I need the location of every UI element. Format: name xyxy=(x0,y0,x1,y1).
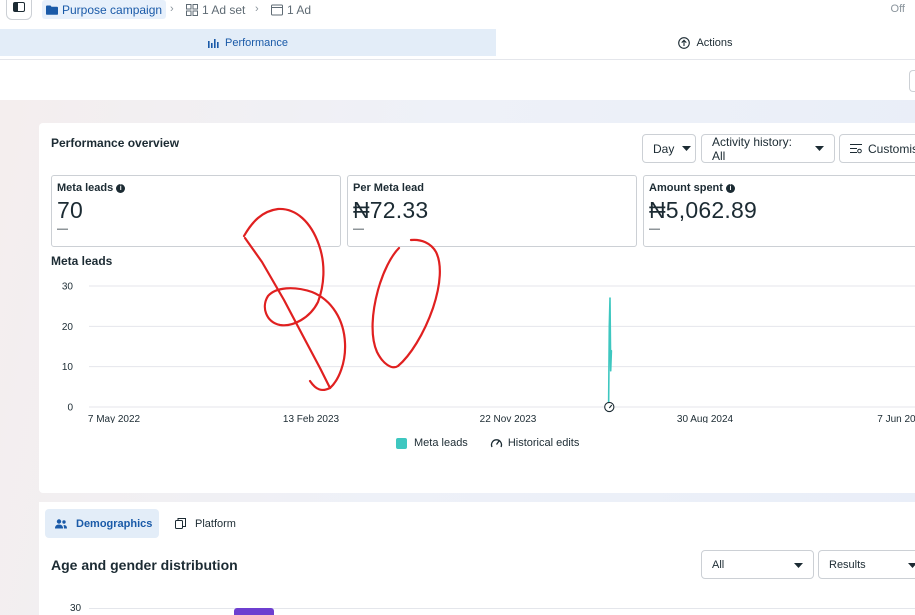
metric-label: Meta leads xyxy=(57,182,114,194)
card-title: Performance overview xyxy=(51,136,180,150)
y-tick-label: 30 xyxy=(70,603,82,614)
tab-actions-label: Actions xyxy=(696,36,733,49)
breadcrumb-ad[interactable]: 1 Ad xyxy=(271,0,311,20)
performance-overview-card: Performance overview Day Activity histor… xyxy=(39,123,915,493)
tab-platform-label: Platform xyxy=(195,517,236,530)
info-icon[interactable]: i xyxy=(725,183,735,193)
metric-label-row: Amount spent i xyxy=(649,182,915,194)
legend-meta-leads[interactable]: Meta leads xyxy=(414,437,468,449)
y-tick-label: 30 xyxy=(62,282,74,293)
arrow-up-circle-icon xyxy=(678,36,691,49)
metric-value: 70 xyxy=(57,197,83,223)
demographics-card: Demographics Platform Age and gender dis… xyxy=(39,502,915,615)
customise-label: Customise xyxy=(868,141,915,156)
data-point xyxy=(609,297,611,299)
activity-history-dropdown[interactable]: Activity history: All xyxy=(701,134,835,163)
copy-icon xyxy=(175,518,186,529)
breadcrumb-ad-label: 1 Ad xyxy=(287,3,312,17)
y-tick-label: 20 xyxy=(62,322,74,333)
chevron-right-icon: › xyxy=(255,3,259,15)
panel-toggle-button[interactable] xyxy=(6,0,32,20)
tab-demographics[interactable]: Demographics xyxy=(45,509,159,538)
data-point xyxy=(610,349,612,352)
series-line-meta-leads xyxy=(607,297,613,408)
tab-demographics-label: Demographics xyxy=(76,517,153,530)
legend-swatch-meta-leads xyxy=(396,437,407,449)
metric-value: ₦5,062.89 xyxy=(649,197,757,223)
gridline xyxy=(89,608,915,609)
x-tick-label: 22 Nov 2023 xyxy=(480,414,537,423)
sliders-icon xyxy=(850,143,862,154)
filter-dropdown[interactable]: All xyxy=(701,550,814,579)
people-icon xyxy=(55,518,67,529)
breadcrumb-ad-set[interactable]: 1 Ad set xyxy=(186,0,245,20)
sidebar-panel-icon xyxy=(13,2,25,12)
folder-icon xyxy=(46,5,58,15)
historical-edit-marker-icon xyxy=(604,401,615,413)
caret-down-icon xyxy=(682,146,692,151)
metric-card-amount-spent[interactable]: Amount spent i ₦5,062.89 — xyxy=(643,175,915,247)
chart-title: Meta leads xyxy=(51,254,113,268)
x-tick-label: 30 Aug 2024 xyxy=(677,414,734,423)
status-toggle-label[interactable]: Off xyxy=(891,3,905,15)
caret-down-icon xyxy=(815,146,824,151)
meta-leads-chart: 0 10 20 30 7 May 2022 13 Feb 2023 22 Nov 2023 3… xyxy=(62,282,915,423)
tab-performance-label: Performance xyxy=(225,36,288,49)
customise-button[interactable]: Customise xyxy=(839,134,915,163)
x-tick-label: 7 May 2022 xyxy=(88,414,141,423)
side-edge-button[interactable] xyxy=(909,70,915,92)
x-tick-label: 7 Jun 2025 xyxy=(877,414,915,423)
tab-actions[interactable]: Actions xyxy=(496,29,915,56)
divider xyxy=(0,59,915,60)
view-tabs: Performance Actions xyxy=(0,29,915,57)
breadcrumb-campaign[interactable]: Purpose campaign xyxy=(42,0,167,19)
metric-change: — xyxy=(649,223,660,235)
metric-dropdown-label: Results xyxy=(829,558,866,571)
metric-change: — xyxy=(57,223,68,235)
y-tick-label: 0 xyxy=(67,403,73,414)
metric-value: ₦72.33 xyxy=(353,197,429,223)
metric-label-row: Per Meta lead xyxy=(353,182,631,194)
data-point xyxy=(610,370,612,372)
metric-dropdown[interactable]: Results xyxy=(818,550,915,579)
ad-icon xyxy=(271,4,283,16)
tab-platform[interactable]: Platform xyxy=(175,509,236,538)
day-dropdown-label: Day xyxy=(653,141,675,156)
caret-down-icon xyxy=(794,559,803,571)
chevron-right-icon: › xyxy=(170,3,174,15)
caret-down-icon xyxy=(908,559,915,571)
breadcrumb-bar: Purpose campaign › 1 Ad set › 1 Ad Off xyxy=(0,0,915,20)
metric-label-row: Meta leads i xyxy=(57,182,335,194)
grid-icon xyxy=(186,4,198,16)
gauge-icon xyxy=(490,437,503,449)
data-point xyxy=(608,325,610,327)
activity-history-label: Activity history: All xyxy=(712,134,793,163)
day-dropdown[interactable]: Day xyxy=(642,134,696,163)
breadcrumb-campaign-label: Purpose campaign xyxy=(62,2,163,17)
legend-historical-edits[interactable]: Historical edits xyxy=(508,437,580,449)
filter-dropdown-label: All xyxy=(712,558,725,571)
metric-change: — xyxy=(353,223,364,235)
breadcrumb-ad-set-label: 1 Ad set xyxy=(202,3,246,17)
section-title: Age and gender distribution xyxy=(51,557,238,573)
y-tick-label: 10 xyxy=(62,362,74,373)
tab-performance[interactable]: Performance xyxy=(0,29,496,56)
chart-legend: Meta leads Historical edits xyxy=(396,437,579,449)
info-icon[interactable]: i xyxy=(116,183,126,193)
metric-label: Per Meta lead xyxy=(353,182,424,194)
x-tick-label: 13 Feb 2023 xyxy=(283,414,340,423)
metric-card-meta-leads[interactable]: Meta leads i 70 — xyxy=(51,175,341,247)
bar-chart-icon xyxy=(208,38,219,48)
metric-label: Amount spent xyxy=(649,182,723,194)
metric-card-per-meta-lead[interactable]: Per Meta lead ₦72.33 — xyxy=(347,175,637,247)
distribution-bar xyxy=(234,608,274,615)
